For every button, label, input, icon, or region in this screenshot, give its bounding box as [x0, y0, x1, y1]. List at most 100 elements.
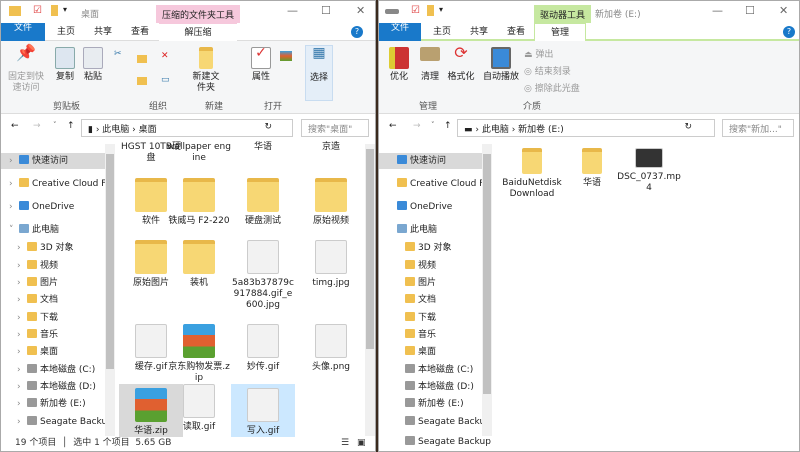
file-item[interactable]: 京造 [299, 142, 363, 153]
file-item[interactable]: 装机 [167, 240, 231, 289]
chevron-right-icon[interactable]: › [17, 275, 27, 291]
select-button[interactable]: ▦ 选择 [305, 45, 333, 101]
nav-item[interactable]: Creative Cloud F [397, 176, 484, 192]
help-icon[interactable]: ? [351, 26, 363, 38]
properties-button[interactable]: ✓ 属性 [249, 46, 273, 83]
nav-item[interactable]: 本地磁盘 (C:) [405, 362, 473, 378]
breadcrumb-this-pc[interactable]: 此电脑 [482, 125, 509, 135]
chevron-right-icon[interactable]: › [9, 176, 19, 192]
nav-item[interactable]: Seagate Backup [405, 414, 491, 430]
chevron-right-icon[interactable]: › [17, 310, 27, 326]
details-view-icon[interactable]: ☰ [341, 435, 349, 451]
nav-item[interactable]: › 视频 [17, 258, 58, 274]
chevron-right-icon[interactable]: › [9, 153, 19, 169]
nav-scrollbar[interactable] [105, 144, 115, 436]
chevron-down-icon[interactable]: ˅ [9, 222, 19, 238]
cut-icon[interactable]: ✂ [114, 49, 122, 59]
file-item[interactable]: 硬盘测试 [231, 178, 295, 227]
breadcrumb-this-pc[interactable]: 此电脑 [102, 125, 129, 135]
file-item[interactable]: 头像.png [299, 324, 363, 373]
properties-quick-icon[interactable]: ☑ [33, 5, 42, 16]
tab-share[interactable]: 共享 [464, 23, 494, 41]
help-icon[interactable]: ? [783, 26, 795, 38]
refresh-icon[interactable]: ↻ [684, 122, 692, 132]
minimize-button[interactable]: — [712, 4, 723, 17]
nav-item[interactable]: › 3D 对象 [17, 240, 74, 256]
new-folder-quick-icon[interactable] [51, 5, 58, 16]
nav-item[interactable]: › 音乐 [17, 327, 58, 343]
nav-item[interactable]: 音乐 [405, 327, 436, 343]
up-button[interactable]: ↑ [67, 121, 75, 131]
nav-item[interactable]: 快速访问 [379, 153, 482, 169]
nav-item[interactable]: › 本地磁盘 (D:) [17, 379, 96, 395]
nav-item[interactable]: Seagate Backup [405, 434, 491, 450]
nav-item[interactable]: › 本地磁盘 (C:) [17, 362, 95, 378]
chevron-right-icon[interactable]: › [17, 240, 27, 256]
file-item[interactable]: wallpaper engine [167, 142, 231, 164]
cleanup-button[interactable]: 清理 [417, 47, 443, 83]
chevron-right-icon[interactable]: › [17, 327, 27, 343]
nav-item[interactable]: › 新加卷 (E:) [17, 396, 86, 412]
eject-button[interactable]: ⏏ 弹出 [524, 47, 553, 60]
back-button[interactable]: ← [11, 121, 19, 131]
nav-item[interactable]: 3D 对象 [405, 240, 452, 256]
autoplay-button[interactable]: 自动播放 [483, 47, 519, 83]
file-item[interactable]: 铁威马 F2-220 [167, 178, 231, 227]
customize-dropdown-icon[interactable]: ▾ [63, 5, 67, 14]
file-item[interactable]: DSC_0737.mp4 [617, 148, 681, 194]
nav-item[interactable]: 文档 [405, 292, 436, 308]
tab-home[interactable]: 主页 [427, 23, 457, 41]
nav-item[interactable]: › 快速访问 [1, 153, 105, 169]
nav-item[interactable]: 本地磁盘 (D:) [405, 379, 474, 395]
nav-item[interactable]: › 图片 [17, 275, 58, 291]
nav-item[interactable]: › OneDrive [9, 199, 74, 215]
nav-item[interactable]: › 文档 [17, 292, 58, 308]
chevron-right-icon[interactable]: › [17, 362, 27, 378]
chevron-right-icon[interactable]: › [17, 292, 27, 308]
nav-item[interactable]: ˅ 此电脑 [9, 222, 59, 238]
nav-item[interactable]: › 下载 [17, 310, 58, 326]
chevron-right-icon[interactable]: › [17, 414, 27, 430]
pin-quick-access-button[interactable]: 📌 固定到快速访问 [5, 45, 47, 94]
file-item[interactable]: 华语 [560, 148, 624, 189]
file-item[interactable]: 写入.gif [231, 384, 295, 437]
file-item[interactable]: 华语 [231, 142, 295, 153]
format-button[interactable]: ⟳ 格式化 [445, 45, 477, 83]
tab-home[interactable]: 主页 [51, 23, 81, 41]
forward-button[interactable]: → [33, 121, 41, 131]
minimize-button[interactable]: — [287, 4, 298, 17]
tab-manage[interactable]: 管理 [534, 23, 586, 41]
nav-item[interactable]: 下载 [405, 310, 436, 326]
tab-view[interactable]: 查看 [125, 23, 155, 41]
nav-scrollbar[interactable] [482, 144, 492, 436]
forward-button[interactable]: → [413, 121, 421, 131]
back-button[interactable]: ← [389, 121, 397, 131]
address-input[interactable]: ▮ › 此电脑 › 桌面 ↻ [81, 119, 293, 137]
file-item[interactable]: BaiduNetdiskDownload [500, 148, 564, 200]
nav-item[interactable]: 桌面 [405, 344, 436, 360]
copy-button[interactable]: 复制 [53, 47, 77, 83]
chevron-right-icon[interactable]: › [17, 344, 27, 360]
tab-share[interactable]: 共享 [88, 23, 118, 41]
maximize-button[interactable]: ☐ [745, 4, 755, 17]
maximize-button[interactable]: ☐ [321, 4, 331, 17]
move-to-icon[interactable] [137, 55, 147, 63]
tab-extract[interactable]: 解压缩 [159, 23, 237, 41]
close-button[interactable]: ✕ [779, 4, 788, 17]
tab-view[interactable]: 查看 [501, 23, 531, 41]
optimize-button[interactable]: 优化 [385, 47, 413, 83]
nav-item[interactable]: › Creative Cloud F [9, 176, 106, 192]
chevron-right-icon[interactable]: › [17, 379, 27, 395]
chevron-right-icon[interactable]: › [9, 199, 19, 215]
chevron-right-icon[interactable]: › [17, 396, 27, 412]
nav-item[interactable]: 新加卷 (E:) [405, 396, 464, 412]
new-folder-button[interactable]: 新建文件夹 [189, 47, 223, 94]
rename-icon[interactable]: ▭ [161, 75, 170, 85]
file-item[interactable]: 5a83b37879c917884.gif_e600.jpg [231, 240, 295, 311]
copy-to-icon[interactable] [137, 77, 147, 85]
large-icons-view-icon[interactable]: ▣ [357, 435, 366, 451]
nav-item[interactable]: 视频 [405, 258, 436, 274]
search-input[interactable]: 搜索"新加..." [722, 119, 794, 137]
customize-dropdown-icon[interactable]: ▾ [439, 5, 443, 14]
nav-item[interactable]: 图片 [405, 275, 436, 291]
